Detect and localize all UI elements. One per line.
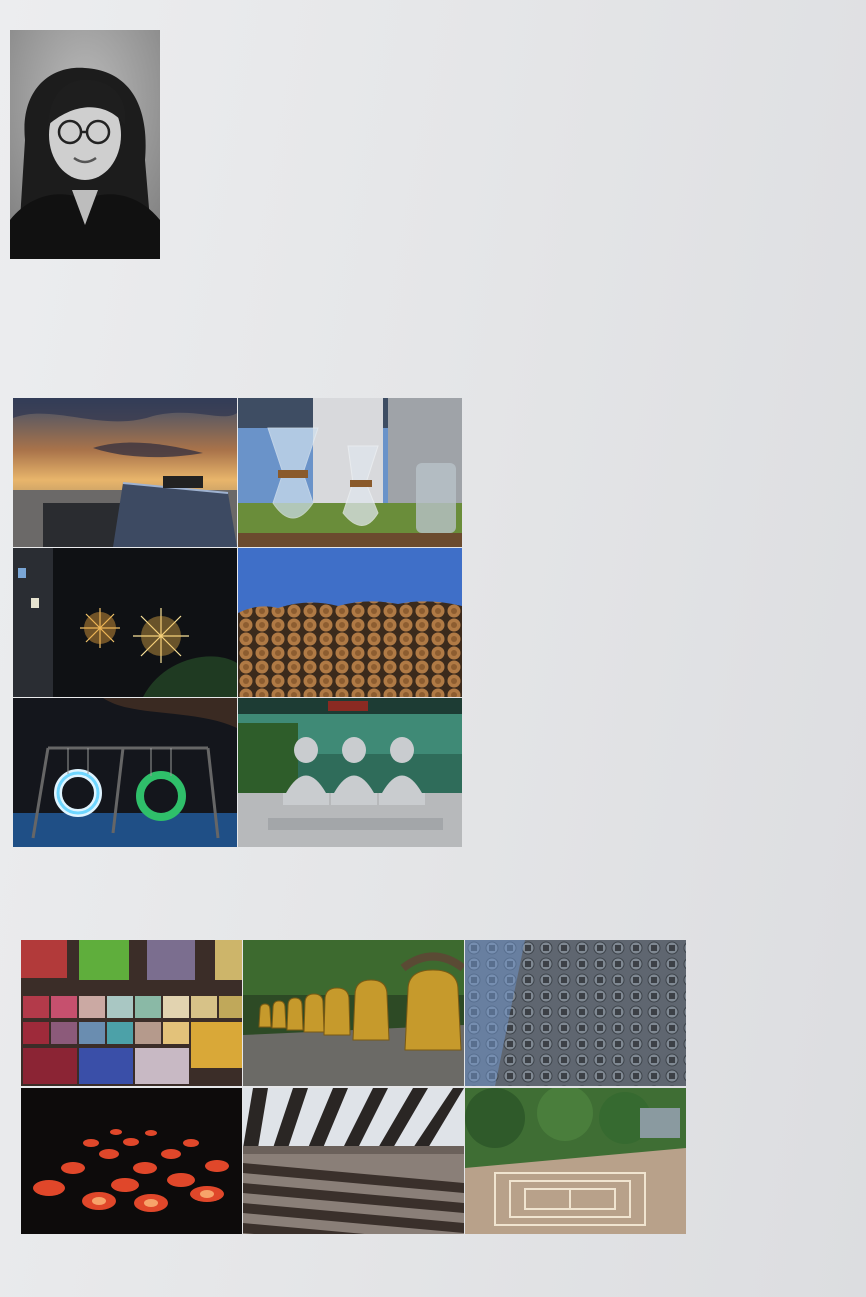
patterned-wall-photo: [465, 940, 686, 1086]
floor-lights-photo: [21, 1088, 242, 1234]
sunset-pier-photo: [13, 398, 237, 547]
maze-garden-photo: [465, 1088, 686, 1234]
fabric-swatches-photo: [21, 940, 242, 1086]
coffee-drippers-photo: [238, 398, 462, 547]
stone-statues-photo: [238, 698, 462, 847]
fireworks-photo: [13, 548, 237, 697]
portrait-photo: [10, 30, 160, 259]
photo-grid-bottom: [21, 940, 686, 1234]
slatted-shadows-photo: [243, 1088, 464, 1234]
golden-bells-photo: [243, 940, 464, 1086]
stacked-logs-photo: [238, 548, 462, 697]
photo-grid-top: [13, 398, 462, 847]
ring-swings-photo: [13, 698, 237, 847]
